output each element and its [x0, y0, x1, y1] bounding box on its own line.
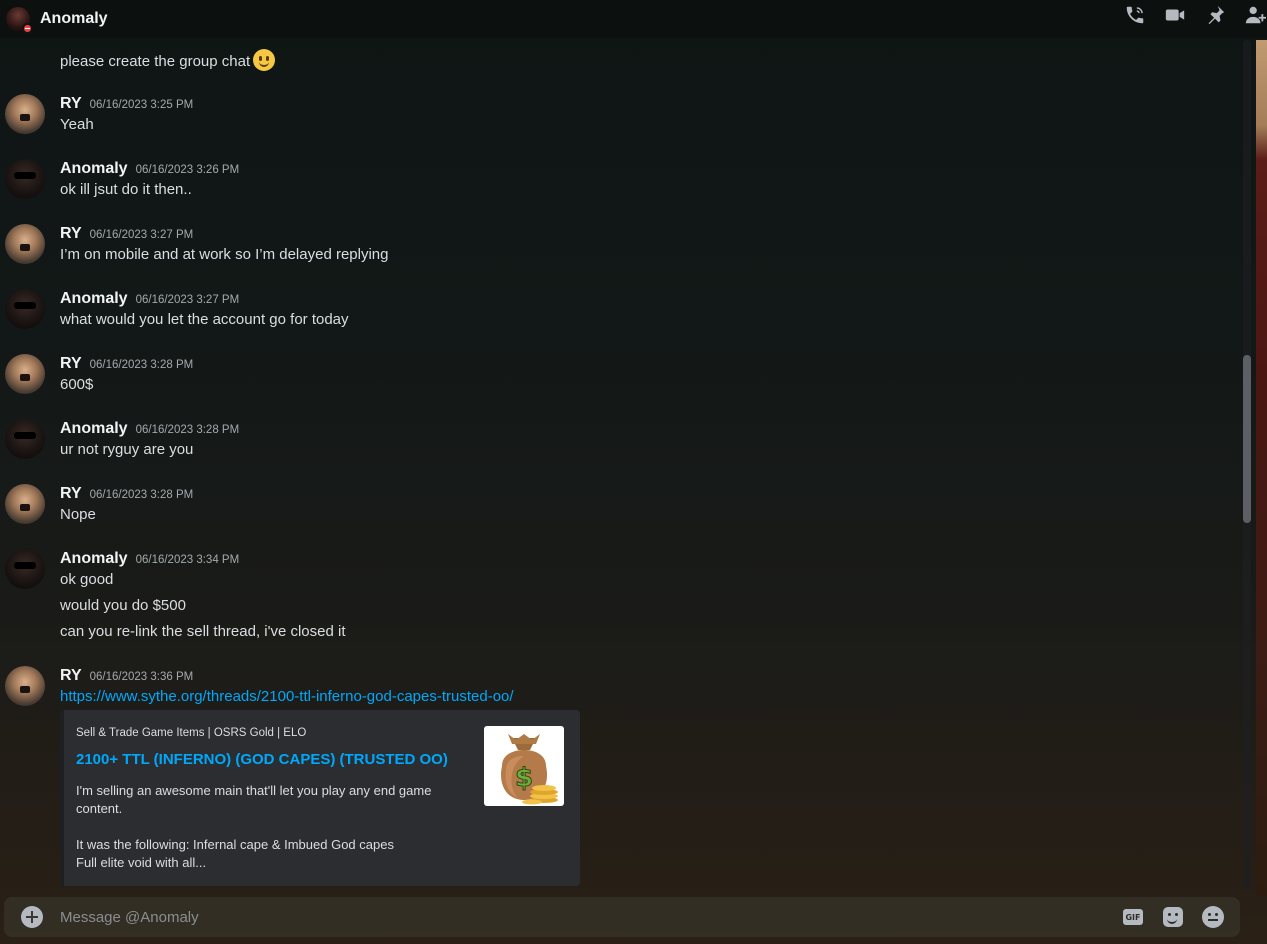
- message-text: please create the group chat: [60, 49, 276, 71]
- message-text: Nope: [60, 506, 96, 523]
- avatar[interactable]: [5, 549, 45, 589]
- avatar[interactable]: [5, 159, 45, 199]
- dm-header: Anomaly: [0, 0, 1267, 38]
- author-name[interactable]: RY: [60, 485, 82, 503]
- slight-smile-emoji-icon: [253, 49, 276, 71]
- embed-description: I'm selling an awesome main that'll let …: [76, 783, 432, 870]
- author-name[interactable]: Anomaly: [60, 550, 128, 568]
- video-call-icon[interactable]: [1163, 3, 1187, 27]
- composer-tools: GIF: [1104, 906, 1224, 928]
- emoji-picker-icon: [1202, 906, 1224, 928]
- author-name[interactable]: Anomaly: [60, 290, 128, 308]
- timestamp: 06/16/2023 3:28 PM: [89, 359, 194, 371]
- author-name[interactable]: RY: [60, 95, 82, 113]
- timestamp: 06/16/2023 3:34 PM: [135, 554, 240, 566]
- timestamp: 06/16/2023 3:28 PM: [135, 424, 240, 436]
- message-link[interactable]: https://www.sythe.org/threads/2100-ttl-i…: [60, 688, 514, 705]
- timestamp: 06/16/2023 3:27 PM: [135, 294, 240, 306]
- message-text: ur not ryguy are you: [60, 441, 194, 458]
- author-name[interactable]: Anomaly: [60, 160, 128, 178]
- timestamp: 06/16/2023 3:26 PM: [135, 164, 240, 176]
- timestamp: 06/16/2023 3:28 PM: [89, 489, 194, 501]
- avatar[interactable]: [5, 484, 45, 524]
- dm-avatar[interactable]: [6, 7, 33, 34]
- gif-button[interactable]: GIF: [1122, 906, 1144, 928]
- add-friend-icon[interactable]: [1243, 3, 1267, 27]
- message-text: ok good: [60, 571, 114, 588]
- header-actions: [1123, 0, 1267, 30]
- money-bag-icon[interactable]: $: [484, 726, 564, 806]
- thread-link[interactable]: https://www.sythe.org/threads/2100-ttl-i…: [60, 688, 514, 705]
- message-input[interactable]: [60, 908, 1080, 926]
- gif-icon: GIF: [1123, 909, 1143, 925]
- author-name[interactable]: Anomaly: [60, 420, 128, 438]
- avatar[interactable]: [5, 354, 45, 394]
- sticker-button[interactable]: [1162, 906, 1184, 928]
- scrollbar-thumb[interactable]: [1243, 355, 1251, 523]
- message-text: I’m on mobile and at work so I’m delayed…: [60, 246, 389, 263]
- message-list[interactable]: please create the group chat RY 06/16/202…: [0, 22, 1245, 892]
- avatar[interactable]: [5, 666, 45, 706]
- emoji-button[interactable]: [1202, 906, 1224, 928]
- message-composer: GIF: [4, 897, 1240, 937]
- avatar[interactable]: [5, 289, 45, 329]
- embed-title[interactable]: 2100+ TTL (INFERNO) (GOD CAPES) (TRUSTED…: [76, 751, 448, 768]
- message-text: would you do $500: [60, 597, 186, 614]
- message-text: can you re-link the sell thread, i've cl…: [60, 623, 346, 640]
- timestamp: 06/16/2023 3:27 PM: [89, 229, 194, 241]
- background-strip: [1256, 40, 1267, 896]
- timestamp: 06/16/2023 3:36 PM: [89, 671, 194, 683]
- dnd-status-icon: [22, 23, 33, 34]
- author-name[interactable]: RY: [60, 355, 82, 373]
- dm-title: Anomaly: [40, 10, 108, 27]
- message-text: ok ill jsut do it then..: [60, 181, 192, 198]
- pin-icon[interactable]: [1203, 3, 1227, 27]
- embed-provider[interactable]: Sell & Trade Game Items | OSRS Gold | EL…: [76, 727, 306, 739]
- avatar[interactable]: [5, 94, 45, 134]
- message-text: what would you let the account go for to…: [60, 311, 349, 328]
- message-text: 600$: [60, 376, 94, 393]
- timestamp: 06/16/2023 3:25 PM: [89, 99, 194, 111]
- author-name[interactable]: RY: [60, 667, 82, 685]
- avatar[interactable]: [5, 419, 45, 459]
- svg-text:$: $: [515, 763, 533, 793]
- author-name[interactable]: RY: [60, 225, 82, 243]
- call-icon[interactable]: [1123, 3, 1147, 27]
- message-text: Yeah: [60, 116, 94, 133]
- sticker-icon: [1163, 907, 1183, 927]
- avatar[interactable]: [5, 224, 45, 264]
- add-attachment-icon[interactable]: [21, 906, 43, 928]
- link-embed: Sell & Trade Game Items | OSRS Gold | EL…: [60, 710, 580, 886]
